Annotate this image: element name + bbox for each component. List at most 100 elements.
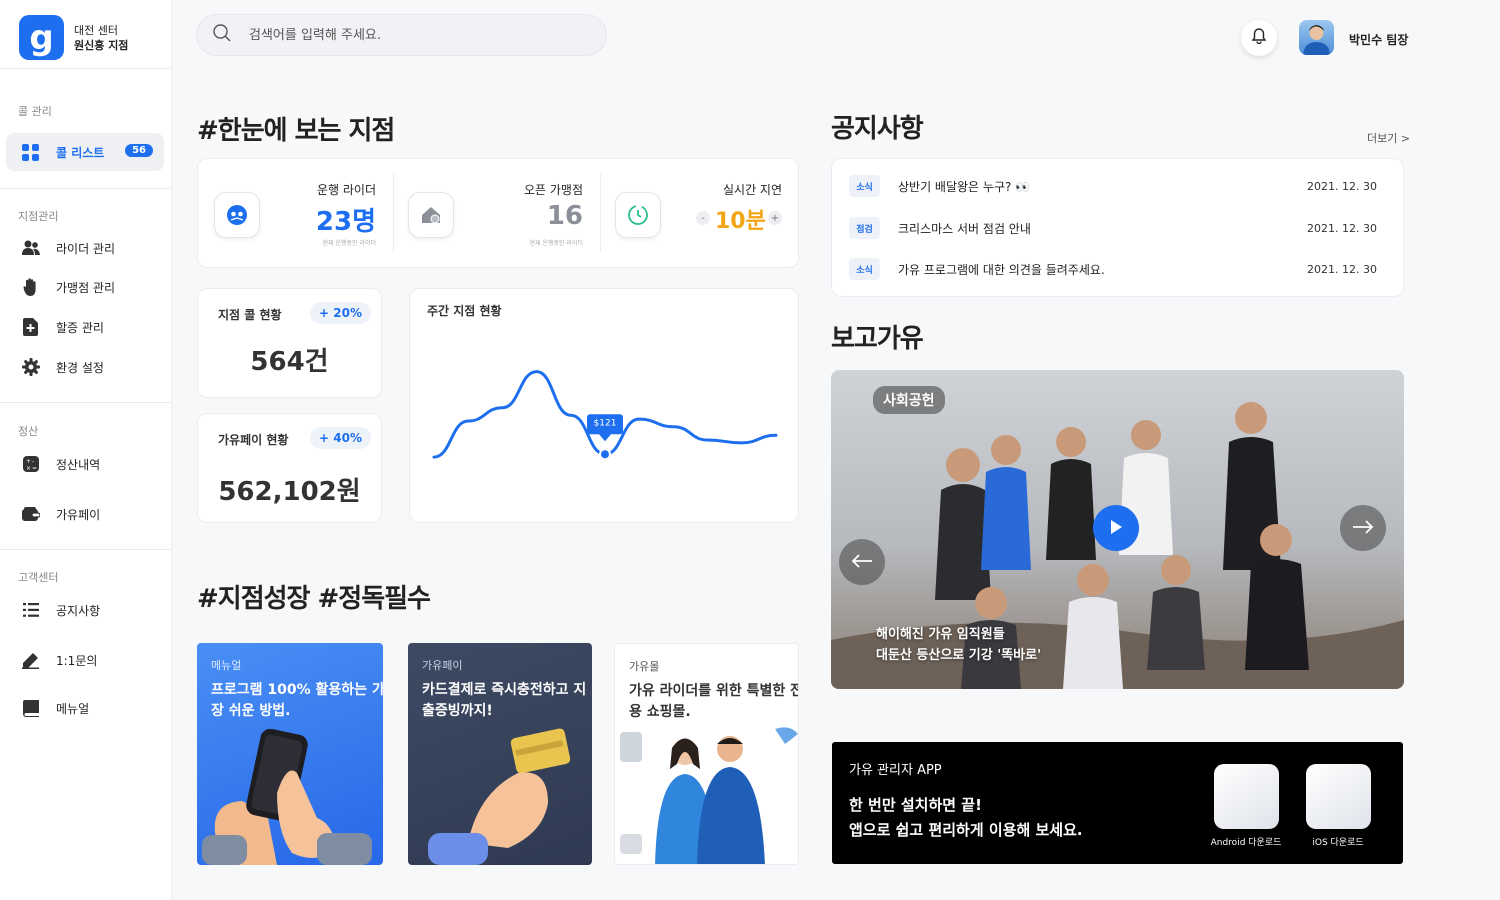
svg-text:=: = bbox=[32, 465, 37, 472]
hand-icon bbox=[21, 278, 40, 297]
sidebar-item-label: 1:1문의 bbox=[56, 653, 98, 668]
book-icon bbox=[21, 699, 40, 718]
pay-status-title: 가유페이 현황 bbox=[218, 433, 289, 447]
nav-section-title: 콜 관리 bbox=[18, 105, 52, 118]
decrease-delay-button[interactable]: - bbox=[696, 211, 710, 225]
sidebar-item-gayupay[interactable]: 가유페이 bbox=[6, 495, 164, 533]
search-input[interactable] bbox=[249, 27, 569, 43]
weekly-line-chart: $121 bbox=[432, 370, 778, 461]
notification-button[interactable] bbox=[1241, 20, 1277, 56]
next-slide-button[interactable] bbox=[1340, 505, 1386, 551]
user-name[interactable]: 박민수 팀장 bbox=[1349, 31, 1408, 48]
store-icon bbox=[408, 192, 454, 238]
app-desc-line: 한 번만 설치하면 끝! bbox=[849, 796, 982, 814]
play-button[interactable] bbox=[1093, 505, 1139, 551]
notice-date: 2021. 12. 30 bbox=[1307, 262, 1377, 276]
sidebar-item-riders[interactable]: 라이더 관리 bbox=[6, 229, 164, 267]
wallet-icon bbox=[21, 505, 40, 524]
open-stores-value: 16 bbox=[546, 201, 583, 231]
nav-section-title: 지점관리 bbox=[18, 210, 59, 223]
grid-icon bbox=[21, 143, 40, 162]
users-icon bbox=[21, 239, 40, 258]
bell-icon bbox=[1251, 28, 1267, 48]
sidebar-item-surcharge[interactable]: 할증 관리 bbox=[6, 308, 164, 346]
sidebar-item-label: 메뉴얼 bbox=[56, 701, 90, 716]
android-download-button[interactable] bbox=[1214, 764, 1279, 829]
search-icon bbox=[213, 24, 231, 46]
add-document-icon bbox=[21, 318, 40, 337]
prev-slide-button[interactable] bbox=[839, 539, 885, 585]
promo-card-gayupay[interactable]: 가유페이 카드결제로 즉시충전하고 지출증빙까지! bbox=[408, 643, 592, 865]
call-count-badge: 56 bbox=[125, 144, 153, 157]
tooltip-label: $121 bbox=[594, 418, 617, 428]
sidebar-item-label: 할증 관리 bbox=[56, 320, 104, 335]
calculator-icon: + - × = bbox=[21, 455, 40, 474]
app-title: 가유 관리자 APP bbox=[849, 763, 942, 778]
call-status-badge: + 20% bbox=[310, 302, 371, 324]
report-photo-carousel[interactable]: 사회공헌 해이해진 가유 임직원들 대둔산 등산으로 기강 '똑바로' bbox=[831, 370, 1404, 689]
avatar[interactable] bbox=[1299, 20, 1334, 55]
sidebar-item-label: 환경 설정 bbox=[56, 360, 104, 375]
notice-row[interactable]: 소식 상반기 배달왕은 누구? 👀 2021. 12. 30 bbox=[832, 166, 1403, 206]
sidebar-item-settlement[interactable]: + - × = 정산내역 bbox=[6, 445, 164, 483]
gear-icon bbox=[21, 358, 40, 377]
overview-title: #한눈에 보는 지점 bbox=[197, 116, 395, 146]
photo-caption: 해이해진 가유 임직원들 대둔산 등산으로 기강 '똑바로' bbox=[876, 624, 1041, 666]
models-illustration bbox=[620, 727, 798, 864]
weekly-chart-card: 주간 지점 현황 $121 bbox=[409, 288, 799, 523]
highlight-point[interactable] bbox=[599, 448, 611, 461]
promo-title: 가유 라이더를 위한 특별한 전용 쇼핑몰. bbox=[629, 683, 799, 720]
sidebar-item-label: 가맹점 관리 bbox=[56, 280, 116, 295]
ios-download-label: iOS 다운로드 bbox=[1312, 838, 1364, 848]
logo: g bbox=[19, 15, 64, 60]
checklist-icon bbox=[21, 601, 40, 620]
search-bar[interactable] bbox=[196, 14, 607, 56]
notices-more-link[interactable]: 더보기 > bbox=[1367, 130, 1410, 146]
divider bbox=[600, 174, 601, 252]
sidebar-item-call-list[interactable]: 콜 리스트 56 bbox=[6, 133, 164, 171]
caption-line: 대둔산 등산으로 기강 '똑바로' bbox=[876, 648, 1042, 663]
active-riders-value: 23명 bbox=[315, 207, 376, 237]
notice-row[interactable]: 소식 가유 프로그램에 대한 의견을 들려주세요. 2021. 12. 30 bbox=[832, 249, 1403, 289]
app-description: 한 번만 설치하면 끝! 앱으로 쉽고 편리하게 이용해 보세요. bbox=[849, 793, 1083, 843]
android-download-label: Android 다운로드 bbox=[1210, 838, 1282, 848]
rider-icon bbox=[214, 192, 260, 238]
divider bbox=[0, 549, 172, 550]
brand[interactable]: g 대전 센터 원신흥 지점 bbox=[19, 15, 128, 60]
notice-tag: 소식 bbox=[849, 258, 880, 280]
sidebar-item-label: 라이더 관리 bbox=[56, 241, 116, 256]
sidebar-item-manual[interactable]: 메뉴얼 bbox=[6, 689, 164, 727]
divider bbox=[0, 188, 172, 189]
promo-card-gayumall[interactable]: 가유몰 가유 라이더를 위한 특별한 전용 쇼핑몰. bbox=[614, 643, 799, 865]
notices-card: 소식 상반기 배달왕은 누구? 👀 2021. 12. 30 점검 크리스마스 … bbox=[831, 158, 1404, 297]
growth-title: #지점성장 #정독필수 bbox=[197, 584, 431, 614]
stat-sub: 현재 운행중인 라이더 bbox=[529, 240, 584, 247]
nav-section-title: 정산 bbox=[18, 425, 39, 438]
caption-line: 해이해진 가유 임직원들 bbox=[876, 627, 1005, 642]
notice-text: 가유 프로그램에 대한 의견을 들려주세요. bbox=[898, 262, 1105, 277]
increase-delay-button[interactable]: + bbox=[768, 211, 782, 225]
stat-label: 오픈 가맹점 bbox=[523, 183, 583, 197]
stat-label: 운행 라이더 bbox=[316, 183, 376, 197]
call-status-title: 지점 콜 현황 bbox=[218, 308, 282, 322]
sidebar-item-label: 공지사항 bbox=[56, 603, 101, 618]
svg-text:+: + bbox=[26, 458, 31, 465]
divider bbox=[0, 68, 172, 69]
sidebar-item-stores[interactable]: 가맹점 관리 bbox=[6, 268, 164, 306]
ios-download-button[interactable] bbox=[1306, 764, 1371, 829]
pay-status-card: 가유페이 현황 + 40% 562,102원 bbox=[197, 413, 382, 523]
promo-title: 카드결제로 즉시충전하고 지출증빙까지! bbox=[422, 682, 587, 719]
play-icon bbox=[1110, 519, 1122, 538]
sidebar-item-inquiry[interactable]: 1:1문의 bbox=[6, 641, 164, 679]
sidebar-item-label: 콜 리스트 bbox=[56, 145, 105, 160]
branch-name: 대전 센터 원신흥 지점 bbox=[74, 23, 128, 53]
report-title: 보고가유 bbox=[831, 324, 924, 354]
app-download-banner: 가유 관리자 APP 한 번만 설치하면 끝! 앱으로 쉽고 편리하게 이용해 … bbox=[832, 742, 1403, 864]
promo-card-manual[interactable]: 메뉴얼 프로그램 100% 활용하는 가장 쉬운 방법. bbox=[197, 643, 383, 865]
sidebar-item-settings[interactable]: 환경 설정 bbox=[6, 348, 164, 386]
arrow-right-icon bbox=[1352, 519, 1374, 538]
nav-section-title: 고객센터 bbox=[18, 571, 59, 584]
sidebar-item-notices[interactable]: 공지사항 bbox=[6, 591, 164, 629]
notice-row[interactable]: 점검 크리스마스 서버 점검 안내 2021. 12. 30 bbox=[832, 208, 1403, 248]
card-hand-illustration bbox=[428, 728, 571, 865]
